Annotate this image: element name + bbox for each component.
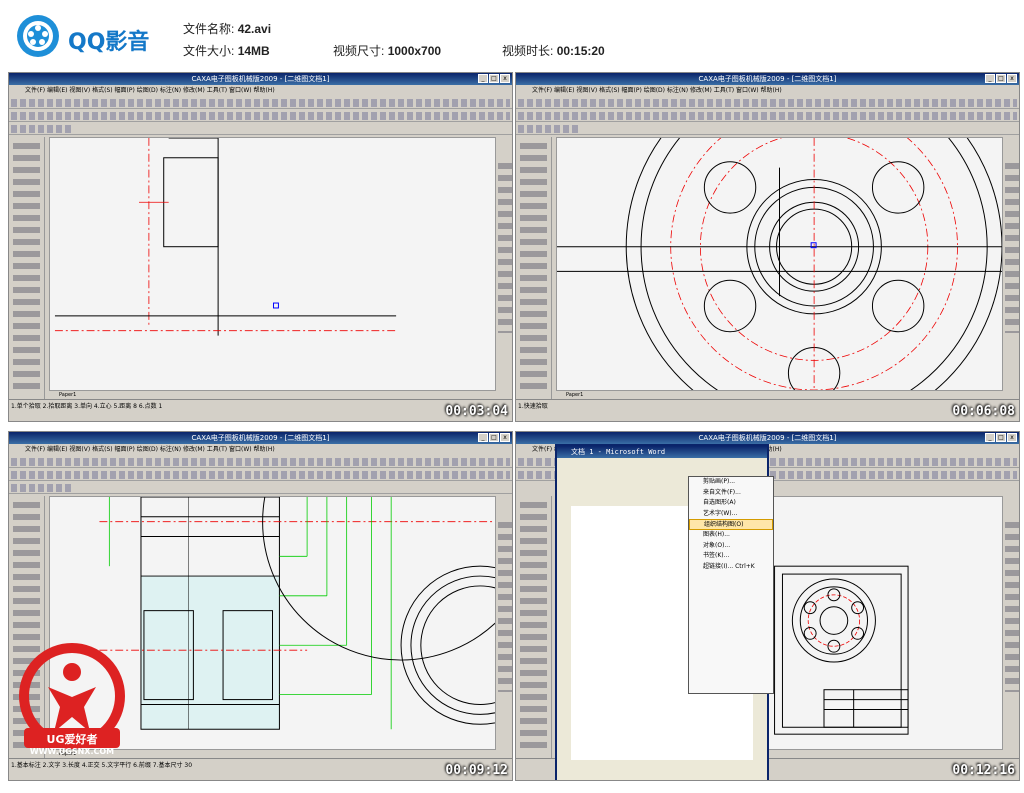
drawing-canvas[interactable]	[49, 137, 496, 391]
player-header: QQ影音 文件名称: 42.avi 文件大小: 14MB 视频尺寸: 1000x…	[0, 0, 1024, 68]
layout-tabs[interactable]: Paper1	[556, 391, 1003, 399]
draw-toolbar[interactable]	[516, 123, 1019, 135]
insert-menu-dropdown[interactable]: 剪贴画(P)... 来自文件(F)... 自选图形(A) 艺术字(W)... 组…	[688, 476, 774, 694]
menu-item[interactable]: 图表(H)...	[689, 530, 773, 541]
video-dims-row: 视频尺寸: 1000x700	[333, 42, 441, 59]
draw-toolbar[interactable]	[9, 123, 512, 135]
cad-menu-bar[interactable]: 文件(F) 编辑(E) 视图(V) 格式(S) 幅面(P) 绘图(D) 标注(N…	[9, 444, 512, 455]
drawing-tools-panel[interactable]	[9, 137, 45, 399]
cad-title-bar: CAXA电子图板机械版2009 - [二维图文档1]	[9, 73, 512, 85]
menu-item[interactable]: 来自文件(F)...	[689, 488, 773, 499]
cad-title-bar: CAXA电子图板机械版2009 - [二维图文档1]	[516, 432, 1019, 444]
right-tools-panel[interactable]	[498, 163, 512, 333]
command-options[interactable]: 1.基本标注 2.文字 3.长度 4.正交 5.文字平行 6.前缀 7.基本尺寸…	[11, 761, 510, 770]
thumbnail-4[interactable]: CAXA电子图板机械版2009 - [二维图文档1] _□x 文件(F) 编辑(…	[515, 431, 1020, 781]
word-status-bar	[557, 768, 767, 780]
drawing-tools-panel[interactable]	[516, 137, 552, 399]
cad-title-bar: CAXA电子图板机械版2009 - [二维图文档1]	[9, 432, 512, 444]
cad-title-bar: CAXA电子图板机械版2009 - [二维图文档1]	[516, 73, 1019, 85]
menu-item[interactable]: 书签(K)...	[689, 551, 773, 562]
watermark-text: UG爱好者	[47, 732, 98, 746]
right-tools-panel[interactable]	[1005, 522, 1019, 692]
draw-toolbar[interactable]	[9, 482, 512, 494]
timestamp: 00:09:12	[445, 763, 508, 778]
file-name-value: 42.avi	[237, 22, 272, 36]
properties-toolbar[interactable]	[516, 110, 1019, 122]
word-title-bar: 文档 1 - Microsoft Word	[557, 446, 767, 458]
file-name-row: 文件名称: 42.avi	[183, 20, 271, 37]
brand-name: QQ影音	[68, 30, 150, 55]
file-size-row: 文件大小: 14MB	[183, 42, 270, 59]
video-duration-label: 视频时长:	[502, 44, 554, 58]
coordinate-readout	[11, 412, 510, 421]
thumbnail-2[interactable]: CAXA电子图板机械版2009 - [二维图文档1] _ □ x 文件(F) 编辑(…	[515, 72, 1020, 422]
video-dims-label: 视频尺寸:	[333, 44, 385, 58]
video-duration-row: 视频时长: 00:15:20	[502, 42, 605, 59]
coordinate-readout	[11, 771, 510, 780]
menu-item[interactable]: 剪贴画(P)...	[689, 477, 773, 488]
video-duration-value: 00:15:20	[556, 44, 605, 58]
command-options[interactable]: 1.单个拾取 2.拾取距离 3.单向 4.立心 5.距离 8 6.点数 1	[11, 402, 510, 411]
layout-tabs[interactable]: Paper1	[49, 391, 496, 399]
drawing-tools-panel[interactable]	[516, 496, 552, 758]
standard-toolbar[interactable]	[516, 97, 1019, 109]
coordinate-readout	[518, 412, 1017, 421]
menu-item[interactable]: 超链接(I)... Ctrl+K	[689, 562, 773, 573]
window-controls[interactable]: _ □ x	[478, 74, 510, 83]
standard-toolbar[interactable]	[9, 456, 512, 468]
command-options[interactable]: 1.快速拾取	[518, 402, 1017, 411]
watermark-url: WWW.UGSNX.COM	[30, 747, 114, 756]
file-size-label: 文件大小:	[183, 44, 235, 58]
standard-toolbar[interactable]	[9, 97, 512, 109]
menu-item[interactable]: 组织结构图(O)	[689, 519, 773, 530]
timestamp: 00:03:04	[445, 404, 508, 419]
word-window[interactable]: 文档 1 - Microsoft Word 剪贴画(P)... 来自文件(F).…	[555, 444, 774, 780]
timestamp: 00:06:08	[952, 404, 1015, 419]
ug-watermark-logo-icon: UG爱好者 WWW.UGSNX.COM	[19, 643, 125, 756]
right-tools-panel[interactable]	[1005, 163, 1019, 333]
qq-player-logo-icon	[17, 15, 59, 57]
right-tools-panel[interactable]	[498, 522, 512, 692]
window-controls[interactable]: _ □ x	[985, 74, 1017, 83]
file-name-label: 文件名称:	[183, 22, 235, 36]
cad-status-bar: 1.基本标注 2.文字 3.长度 4.正交 5.文字平行 6.前缀 7.基本尺寸…	[9, 758, 512, 780]
drawing-canvas[interactable]	[556, 137, 1003, 391]
video-dims-value: 1000x700	[387, 44, 442, 58]
file-size-value: 14MB	[237, 44, 270, 58]
window-controls[interactable]: _ □ x	[478, 433, 510, 442]
properties-toolbar[interactable]	[9, 469, 512, 481]
cad-status-bar: 1.快速拾取	[516, 399, 1019, 421]
properties-toolbar[interactable]	[9, 110, 512, 122]
thumbnail-1[interactable]: CAXA电子图板机械版2009 - [二维图文档1] _ □ x 文件(F) 编辑(…	[8, 72, 513, 422]
cad-menu-bar[interactable]: 文件(F) 编辑(E) 视图(V) 格式(S) 幅面(P) 绘图(D) 标注(N…	[516, 85, 1019, 96]
menu-item[interactable]: 对象(O)...	[689, 541, 773, 552]
cad-menu-bar[interactable]: 文件(F) 编辑(E) 视图(V) 格式(S) 幅面(P) 绘图(D) 标注(N…	[9, 85, 512, 96]
menu-item[interactable]: 自选图形(A)	[689, 498, 773, 509]
window-controls[interactable]: _ □ x	[985, 433, 1017, 442]
timestamp: 00:12:16	[952, 763, 1015, 778]
menu-item[interactable]: 艺术字(W)...	[689, 509, 773, 520]
cad-status-bar: 1.单个拾取 2.拾取距离 3.单向 4.立心 5.距离 8 6.点数 1	[9, 399, 512, 421]
